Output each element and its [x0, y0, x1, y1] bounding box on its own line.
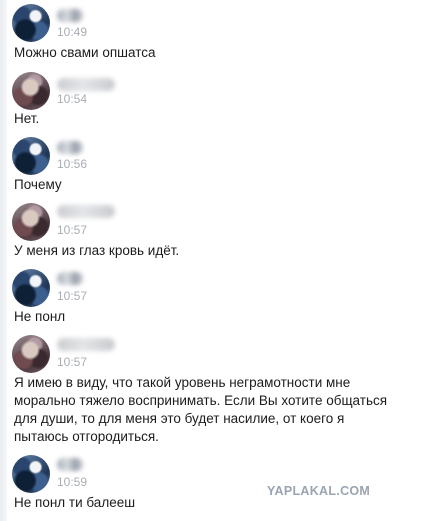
message-time: 10:59	[57, 475, 88, 489]
message-time: 10:49	[57, 25, 88, 39]
watermark: YAPLAKAL.COM	[267, 484, 371, 498]
sender-name-blurred[interactable]	[57, 78, 115, 91]
avatar[interactable]	[12, 269, 50, 307]
message-time: 10:57	[57, 355, 88, 369]
avatar[interactable]	[12, 203, 50, 241]
message-text: Нет.	[14, 111, 40, 126]
message-text: Можно свами опшатса	[14, 45, 156, 60]
avatar[interactable]	[12, 4, 50, 42]
message-time: 10:54	[57, 92, 88, 106]
sender-name-blurred[interactable]	[57, 338, 115, 351]
message-text: Почему	[14, 177, 62, 192]
message-text: У меня из глаз кровь идёт.	[14, 243, 180, 258]
sender-name-blurred[interactable]	[57, 205, 115, 218]
message-text: Не понл	[14, 309, 66, 324]
message-time: 10:56	[57, 157, 88, 171]
sender-name-blurred[interactable]	[57, 272, 83, 285]
sender-name-blurred[interactable]	[57, 9, 83, 22]
message-time: 10:57	[57, 223, 88, 237]
message-time: 10:57	[57, 289, 88, 303]
sender-name-blurred[interactable]	[57, 458, 83, 471]
message-text: Я имею в виду, что такой уровень неграмо…	[14, 375, 388, 444]
avatar[interactable]	[12, 335, 50, 373]
left-panel-edge	[0, 0, 7, 521]
avatar[interactable]	[12, 455, 50, 493]
avatar[interactable]	[12, 72, 50, 110]
avatar[interactable]	[12, 137, 50, 175]
sender-name-blurred[interactable]	[57, 141, 83, 154]
